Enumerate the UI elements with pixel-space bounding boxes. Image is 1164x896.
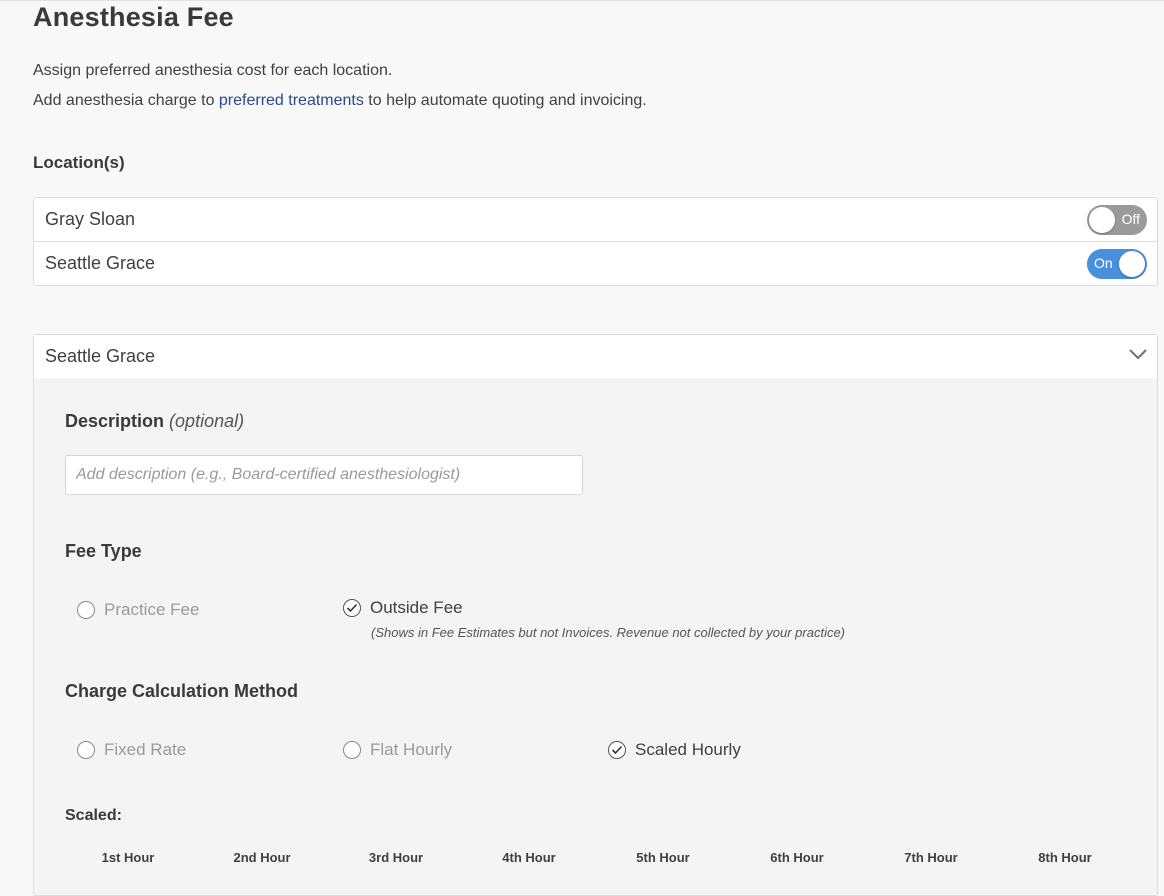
hour-label-6: 6th Hour <box>770 850 824 865</box>
locations-label: Location(s) <box>33 153 125 172</box>
charge-method-label: Charge Calculation Method <box>65 681 299 701</box>
chevron-down-icon[interactable] <box>1128 347 1148 361</box>
intro-text-2: Add anesthesia charge to preferred treat… <box>33 92 647 110</box>
radio-circle <box>77 741 95 759</box>
scaled-hourly-radio[interactable]: Scaled Hourly <box>608 740 741 760</box>
intro-text-1: Assign preferred anesthesia cost for eac… <box>33 62 393 79</box>
optional-label: (optional) <box>169 411 245 431</box>
check-icon <box>611 745 623 755</box>
radio-label: Scaled Hourly <box>635 740 741 759</box>
intro-text-2-start: Add anesthesia charge to <box>33 92 219 109</box>
scaled-label: Scaled: <box>65 807 122 824</box>
toggle-label: On <box>1094 255 1113 271</box>
location-list: Gray Sloan Off Seattle Grace On <box>33 197 1158 286</box>
location-name: Gray Sloan <box>45 209 136 229</box>
location-toggle-gray-sloan[interactable]: Off <box>1087 205 1147 235</box>
panel-title: Seattle Grace <box>45 346 156 366</box>
page-title: Anesthesia Fee <box>33 2 234 32</box>
description-label-text: Description <box>65 411 165 431</box>
location-settings-panel: Seattle Grace Description (optional) Fee… <box>33 334 1158 896</box>
toggle-knob <box>1089 207 1115 233</box>
intro-text-2-end: to help automate quoting and invoicing. <box>363 92 647 109</box>
top-divider <box>0 0 1164 1</box>
description-input[interactable] <box>65 455 583 495</box>
practice-fee-radio[interactable]: Practice Fee <box>77 600 199 620</box>
outside-fee-note: (Shows in Fee Estimates but not Invoices… <box>371 625 846 640</box>
panel-header[interactable]: Seattle Grace <box>34 335 1157 378</box>
flat-hourly-radio[interactable]: Flat Hourly <box>343 740 452 760</box>
radio-circle <box>343 741 361 759</box>
fixed-rate-radio[interactable]: Fixed Rate <box>77 740 186 760</box>
hour-label-8: 8th Hour <box>1038 850 1092 865</box>
preferred-treatments-link[interactable]: preferred treatments <box>219 92 364 109</box>
hour-label-2: 2nd Hour <box>233 850 291 865</box>
hour-label-3: 3rd Hour <box>368 850 424 865</box>
radio-label: Outside Fee <box>370 598 463 617</box>
check-icon <box>346 603 358 613</box>
location-row-gray-sloan: Gray Sloan Off <box>34 198 1157 241</box>
radio-circle <box>608 741 626 759</box>
description-label: Description (optional) <box>65 411 244 432</box>
hour-label-5: 5th Hour <box>636 850 690 865</box>
toggle-knob <box>1119 251 1145 277</box>
radio-circle <box>343 599 361 617</box>
location-row-seattle-grace: Seattle Grace On <box>34 241 1157 285</box>
location-name: Seattle Grace <box>45 253 156 273</box>
toggle-label: Off <box>1121 211 1140 227</box>
hour-label-4: 4th Hour <box>502 850 556 865</box>
outside-fee-radio[interactable]: Outside Fee <box>343 598 463 618</box>
radio-label: Flat Hourly <box>370 740 453 759</box>
radio-label: Practice Fee <box>104 600 200 619</box>
radio-circle <box>77 601 95 619</box>
hour-label-1: 1st Hour <box>101 850 155 865</box>
location-toggle-seattle-grace[interactable]: On <box>1087 249 1147 279</box>
fee-type-label: Fee Type <box>65 541 142 561</box>
radio-label: Fixed Rate <box>104 740 187 759</box>
hour-label-7: 7th Hour <box>904 850 958 865</box>
